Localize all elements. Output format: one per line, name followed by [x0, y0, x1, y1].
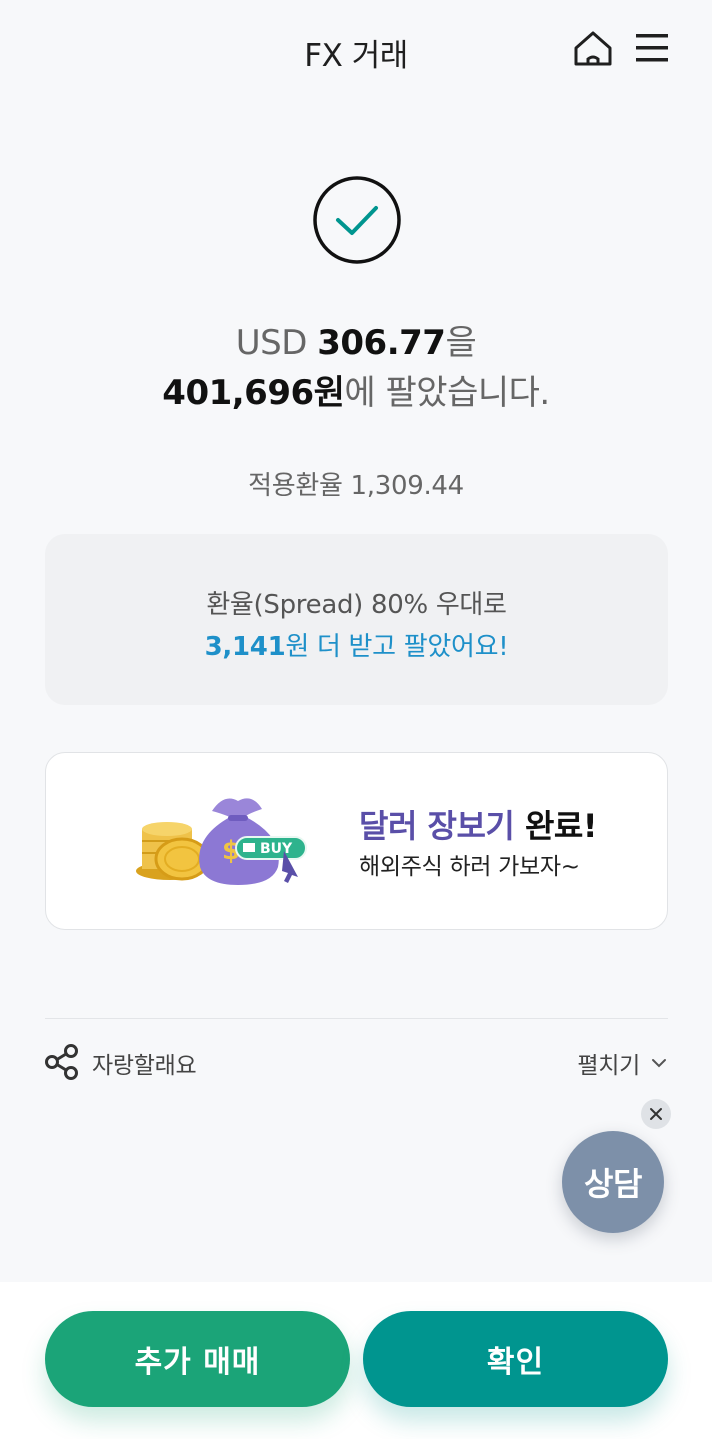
additional-trade-button[interactable]: 추가 매매: [45, 1311, 350, 1407]
promo-banner[interactable]: $ BUY 달러 장보기 완료! 해외주식 하러 가보자~: [45, 752, 668, 930]
currency-code: USD: [235, 323, 308, 363]
spread-bonus-suffix: 원 더 받고 팔았어요!: [285, 632, 509, 662]
result-line-2: 401,696원에 팔았습니다.: [0, 368, 712, 418]
won-suffix: 에 팔았습니다.: [344, 373, 550, 413]
applied-rate-label: 적용환율: [248, 471, 343, 501]
share-icon[interactable]: [44, 1044, 80, 1080]
header: FX 거래: [0, 0, 712, 100]
expand-label: 펼치기: [577, 1053, 640, 1079]
applied-rate-value: 1,309.44: [350, 471, 465, 501]
consult-button[interactable]: 상담: [562, 1131, 664, 1233]
confirm-button[interactable]: 확인: [363, 1311, 668, 1407]
close-icon[interactable]: [641, 1099, 671, 1129]
hamburger-menu-icon[interactable]: [632, 28, 672, 68]
spread-benefit-box: 환율(Spread) 80% 우대로 3,141원 더 받고 팔았어요!: [45, 534, 668, 705]
spread-bonus: 3,141원 더 받고 팔았어요!: [45, 626, 668, 663]
trade-result-text: USD 306.77을 401,696원에 팔았습니다.: [0, 318, 712, 418]
expand-button[interactable]: 펼치기: [577, 1046, 668, 1080]
spread-bonus-amount: 3,141: [204, 632, 286, 662]
promo-title: 달러 장보기 완료!: [359, 801, 597, 847]
spread-description: 환율(Spread) 80% 우대로: [206, 590, 507, 620]
divider: [45, 1018, 668, 1019]
amount-suffix: 을: [445, 323, 477, 363]
promo-title-dark: 완료!: [524, 807, 597, 845]
buy-badge-text: BUY: [260, 841, 293, 857]
applied-rate: 적용환율 1,309.44: [0, 465, 712, 502]
money-bag-icon: $ BUY: [132, 789, 312, 889]
sold-amount: 306.77: [317, 323, 446, 363]
won-amount: 401,696원: [162, 373, 345, 413]
promo-subtitle: 해외주식 하러 가보자~: [359, 854, 580, 880]
result-line-1: USD 306.77을: [0, 318, 712, 368]
fx-trade-complete-screen: FX 거래 USD 306.77을 401,696원에 팔았습니다. 적용환율 …: [0, 0, 712, 1439]
share-label[interactable]: 자랑할래요: [92, 1046, 197, 1080]
success-check-icon: [312, 176, 402, 266]
home-icon[interactable]: [572, 28, 614, 70]
promo-title-accent: 달러 장보기: [359, 807, 515, 845]
chevron-down-icon: [652, 1059, 666, 1068]
